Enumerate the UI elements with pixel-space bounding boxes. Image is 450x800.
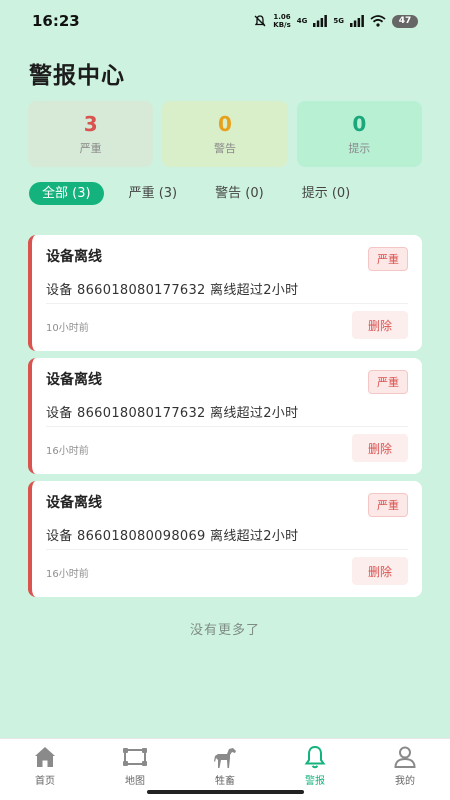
stat-value: 0 (352, 112, 367, 136)
delete-button[interactable]: 删除 (352, 557, 408, 585)
mute-icon (254, 15, 266, 27)
stat-card-info: 0 提示 (296, 101, 422, 167)
nav-item-profile[interactable]: 我的 (360, 739, 450, 800)
wifi-icon (370, 15, 386, 27)
stats-summary: 3 严重 0 警告 0 提示 (28, 101, 422, 167)
alert-title: 设备离线 (46, 249, 102, 265)
alert-card[interactable]: 设备离线 严重 设备 866018080177632 离线超过2小时 10小时前… (28, 235, 422, 351)
no-more-text: 没有更多了 (189, 623, 260, 638)
tab-all[interactable]: 全部 (3) (29, 182, 104, 205)
signal-icon (313, 15, 328, 27)
net-speed-value: 1.06 (273, 13, 291, 21)
status-bar: 16:23 1.06 KB/s 4G 5G 47 (0, 0, 450, 42)
alert-title: 设备离线 (46, 495, 102, 511)
divider (46, 426, 408, 427)
alert-card[interactable]: 设备离线 严重 设备 866018080177632 离线超过2小时 16小时前… (28, 358, 422, 474)
nav-label: 警报 (305, 776, 325, 787)
stat-label: 提示 (348, 142, 371, 155)
home-indicator (147, 790, 304, 794)
battery-icon: 47 (392, 14, 418, 28)
map-icon (123, 748, 147, 766)
stat-label: 严重 (79, 142, 102, 155)
alert-card[interactable]: 设备离线 严重 设备 866018080098069 离线超过2小时 16小时前… (28, 481, 422, 597)
nav-label: 首页 (35, 776, 55, 787)
tab-serious[interactable]: 严重 (3) (116, 182, 191, 205)
severity-badge: 严重 (368, 370, 408, 394)
network-speed: 1.06 KB/s (273, 13, 290, 29)
stat-value: 3 (83, 112, 98, 136)
horse-icon (214, 748, 236, 768)
alert-list: 设备离线 严重 设备 866018080177632 离线超过2小时 10小时前… (28, 235, 422, 604)
divider (46, 303, 408, 304)
delete-button[interactable]: 删除 (352, 434, 408, 462)
bell-icon (304, 745, 326, 769)
severity-badge: 严重 (368, 493, 408, 517)
nav-label: 地图 (125, 776, 145, 787)
signal-icon (350, 15, 364, 27)
divider (46, 549, 408, 550)
stat-label: 警告 (213, 142, 236, 155)
user-icon (394, 746, 416, 768)
stat-card-warning: 0 警告 (162, 101, 288, 167)
nav-item-home[interactable]: 首页 (0, 739, 90, 800)
filter-tabs: 全部 (3) 严重 (3) 警告 (0) 提示 (0) (29, 182, 375, 205)
nav-label: 我的 (395, 776, 415, 787)
home-icon (35, 747, 55, 767)
nav-label: 牲畜 (215, 776, 235, 787)
alert-time: 10小时前 (46, 323, 89, 334)
status-time: 16:23 (32, 12, 80, 30)
alert-description: 设备 866018080177632 离线超过2小时 (46, 406, 299, 421)
alert-description: 设备 866018080177632 离线超过2小时 (46, 283, 299, 298)
stat-card-serious: 3 严重 (28, 101, 154, 167)
net-speed-unit: KB/s (273, 21, 291, 29)
net-4g-label: 4G (296, 17, 308, 25)
alert-time: 16小时前 (46, 569, 89, 580)
stat-value: 0 (218, 112, 232, 136)
severity-badge: 严重 (368, 247, 408, 271)
alert-description: 设备 866018080098069 离线超过2小时 (46, 529, 299, 544)
tab-info[interactable]: 提示 (0) (289, 182, 364, 205)
battery-level: 47 (398, 16, 412, 26)
status-icons: 1.06 KB/s 4G 5G 47 (253, 13, 418, 29)
alert-time: 16小时前 (46, 446, 89, 457)
page-title: 警报中心 (29, 63, 125, 89)
delete-button[interactable]: 删除 (352, 311, 408, 339)
tab-warning[interactable]: 警告 (0) (202, 182, 277, 205)
net-5g-label: 5G (333, 17, 344, 25)
alert-title: 设备离线 (46, 372, 102, 388)
